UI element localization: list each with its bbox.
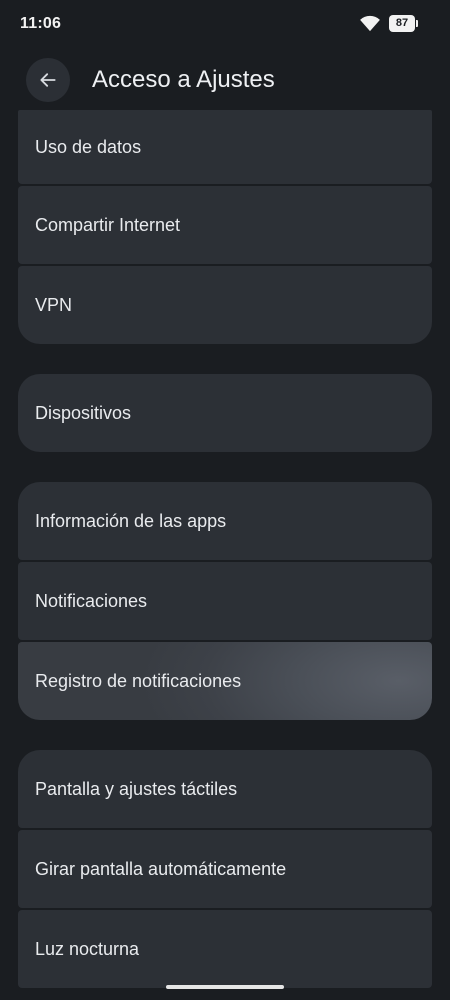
status-icons: 87 (359, 14, 418, 32)
battery-tip (416, 19, 418, 27)
settings-group-devices: Dispositivos (18, 374, 432, 452)
settings-item-dispositivos[interactable]: Dispositivos (18, 374, 432, 452)
settings-item-notificaciones[interactable]: Notificaciones (18, 562, 432, 640)
app-bar: Acceso a Ajustes (0, 56, 450, 106)
settings-item-uso-de-datos[interactable]: Uso de datos (18, 110, 432, 184)
settings-item-informacion-apps[interactable]: Información de las apps (18, 482, 432, 560)
settings-group-network: Uso de datos Compartir Internet VPN (18, 110, 432, 344)
settings-item-compartir-internet[interactable]: Compartir Internet (18, 186, 432, 264)
settings-item-luz-nocturna[interactable]: Luz nocturna (18, 910, 432, 988)
home-indicator[interactable] (166, 985, 284, 989)
settings-item-girar-pantalla[interactable]: Girar pantalla automáticamente (18, 830, 432, 908)
back-button[interactable] (26, 58, 70, 102)
wifi-icon (360, 15, 380, 32)
settings-group-apps: Información de las apps Notificaciones R… (18, 482, 432, 720)
settings-list: Uso de datos Compartir Internet VPN Disp… (18, 110, 432, 988)
status-bar: 11:06 87 (0, 0, 450, 48)
settings-item-vpn[interactable]: VPN (18, 266, 432, 344)
battery-icon: 87 (389, 14, 418, 32)
settings-item-pantalla-ajustes-tactiles[interactable]: Pantalla y ajustes táctiles (18, 750, 432, 828)
page-title: Acceso a Ajustes (92, 66, 275, 93)
settings-screen: 11:06 87 Acceso a Ajustes Uso de datos C… (0, 0, 450, 1000)
status-time: 11:06 (20, 15, 62, 32)
arrow-back-icon (40, 73, 56, 87)
settings-group-display: Pantalla y ajustes táctiles Girar pantal… (18, 750, 432, 988)
settings-item-registro-notificaciones[interactable]: Registro de notificaciones (18, 642, 432, 720)
battery-level: 87 (389, 14, 415, 32)
